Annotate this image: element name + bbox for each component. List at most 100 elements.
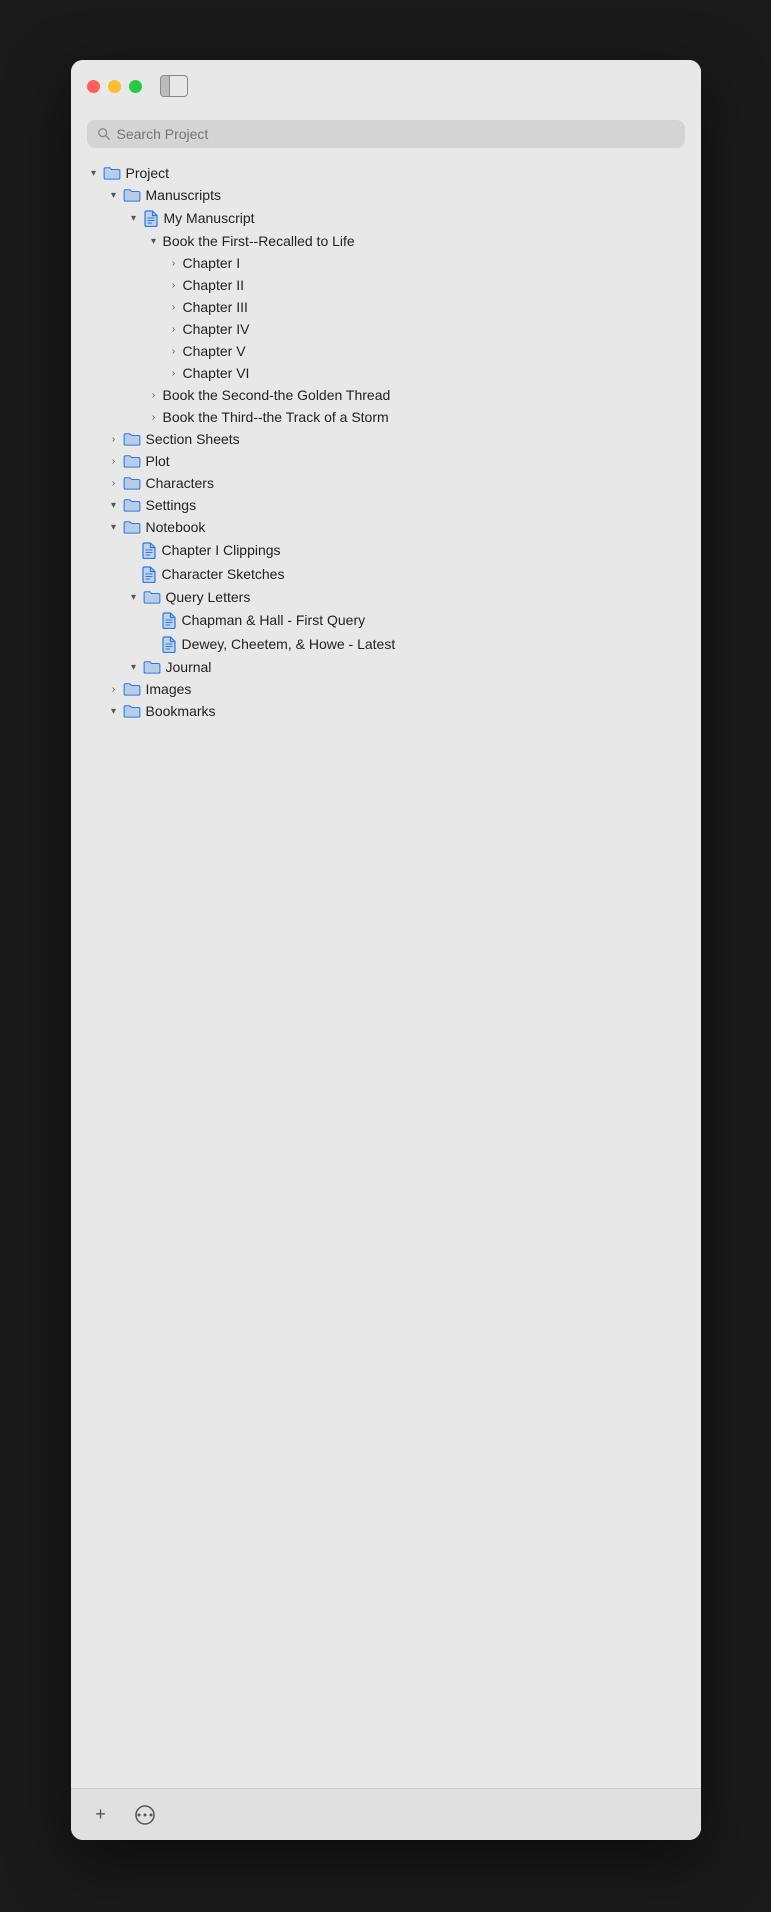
item-label: Chapter I Clippings (162, 542, 281, 558)
tree-item-chapter-vi[interactable]: ›Chapter VI (71, 362, 701, 384)
item-label: Manuscripts (146, 187, 221, 203)
item-label: Journal (166, 659, 212, 675)
add-button[interactable]: + (87, 1801, 115, 1829)
chevron-down-icon: ▾ (107, 188, 121, 202)
tree-item-chapter-iii[interactable]: ›Chapter III (71, 296, 701, 318)
tree-item-chapter-i[interactable]: ›Chapter I (71, 252, 701, 274)
chevron-right-icon: › (107, 454, 121, 468)
doc-icon (143, 209, 159, 227)
tree-item-chapter-i-clippings[interactable]: Chapter I Clippings (71, 538, 701, 562)
tree-item-notebook[interactable]: ▾ Notebook (71, 516, 701, 538)
chevron-down-icon: ▾ (147, 234, 161, 248)
chevron-down-icon: ▾ (127, 660, 141, 674)
item-label: Book the Second-the Golden Thread (163, 387, 391, 403)
chevron-right-icon: › (107, 476, 121, 490)
chevron-right-icon: › (167, 300, 181, 314)
chevron-right-icon: › (167, 322, 181, 336)
item-label: Chapter II (183, 277, 244, 293)
folder-icon (123, 188, 141, 202)
doc-icon (161, 635, 177, 653)
folder-icon (123, 498, 141, 512)
tree-item-section-sheets[interactable]: › Section Sheets (71, 428, 701, 450)
item-label: Chapter V (183, 343, 246, 359)
chevron-placeholder (147, 637, 161, 651)
chevron-placeholder (127, 567, 141, 581)
doc-icon (141, 541, 157, 559)
doc-icon (161, 611, 177, 629)
close-button[interactable] (87, 80, 100, 93)
minimize-button[interactable] (108, 80, 121, 93)
tree-item-character-sketches[interactable]: Character Sketches (71, 562, 701, 586)
tree-item-chapter-ii[interactable]: ›Chapter II (71, 274, 701, 296)
item-label: Bookmarks (146, 703, 216, 719)
tree-item-book-third[interactable]: ›Book the Third--the Track of a Storm (71, 406, 701, 428)
doc-icon (141, 565, 157, 583)
item-label: Images (146, 681, 192, 697)
titlebar (71, 60, 701, 112)
folder-icon (123, 682, 141, 696)
tree-item-book-first[interactable]: ▾Book the First--Recalled to Life (71, 230, 701, 252)
folder-icon (123, 454, 141, 468)
item-label: Characters (146, 475, 214, 491)
tree-item-bookmarks[interactable]: ▾ Bookmarks (71, 700, 701, 722)
item-label: Chapter IV (183, 321, 250, 337)
tree-item-dewey[interactable]: Dewey, Cheetem, & Howe - Latest (71, 632, 701, 656)
item-label: Chapter VI (183, 365, 250, 381)
item-label: Plot (146, 453, 170, 469)
chevron-placeholder (127, 543, 141, 557)
tree-item-chapter-iv[interactable]: ›Chapter IV (71, 318, 701, 340)
item-label: Character Sketches (162, 566, 285, 582)
item-label: Notebook (146, 519, 206, 535)
folder-icon (123, 476, 141, 490)
folder-icon (123, 432, 141, 446)
tree-item-chapter-v[interactable]: ›Chapter V (71, 340, 701, 362)
chevron-right-icon: › (167, 366, 181, 380)
folder-icon (123, 704, 141, 718)
tree-item-query-letters[interactable]: ▾ Query Letters (71, 586, 701, 608)
tree-item-chapman-hall[interactable]: Chapman & Hall - First Query (71, 608, 701, 632)
chevron-right-icon: › (147, 388, 161, 402)
search-bar (71, 112, 701, 158)
app-window: ▾ Project▾ Manuscripts▾ My Manuscript▾Bo… (71, 60, 701, 1840)
chevron-down-icon: ▾ (87, 166, 101, 180)
tree-item-characters[interactable]: › Characters (71, 472, 701, 494)
chevron-placeholder (147, 613, 161, 627)
item-label: Settings (146, 497, 197, 513)
chevron-down-icon: ▾ (127, 590, 141, 604)
tree-item-book-second[interactable]: ›Book the Second-the Golden Thread (71, 384, 701, 406)
tree-item-images[interactable]: › Images (71, 678, 701, 700)
folder-icon (103, 166, 121, 180)
sidebar-toggle-button[interactable] (160, 75, 188, 97)
more-icon (134, 1804, 156, 1826)
chevron-right-icon: › (167, 278, 181, 292)
chevron-down-icon: ▾ (127, 211, 141, 225)
search-wrapper (87, 120, 685, 148)
tree-item-journal[interactable]: ▾ Journal (71, 656, 701, 678)
search-input[interactable] (117, 126, 675, 142)
bottom-toolbar: + (71, 1788, 701, 1840)
item-label: Project (126, 165, 170, 181)
more-button[interactable] (131, 1801, 159, 1829)
tree-item-settings[interactable]: ▾ Settings (71, 494, 701, 516)
chevron-right-icon: › (167, 344, 181, 358)
chevron-right-icon: › (107, 432, 121, 446)
item-label: Chapter I (183, 255, 241, 271)
folder-icon (143, 590, 161, 604)
item-label: Query Letters (166, 589, 251, 605)
file-tree: ▾ Project▾ Manuscripts▾ My Manuscript▾Bo… (71, 158, 701, 1788)
item-label: Book the First--Recalled to Life (163, 233, 355, 249)
item-label: Section Sheets (146, 431, 240, 447)
maximize-button[interactable] (129, 80, 142, 93)
chevron-down-icon: ▾ (107, 704, 121, 718)
item-label: Chapter III (183, 299, 248, 315)
chevron-right-icon: › (147, 410, 161, 424)
chevron-down-icon: ▾ (107, 498, 121, 512)
tree-item-plot[interactable]: › Plot (71, 450, 701, 472)
tree-item-project[interactable]: ▾ Project (71, 162, 701, 184)
chevron-right-icon: › (167, 256, 181, 270)
tree-item-my-manuscript[interactable]: ▾ My Manuscript (71, 206, 701, 230)
item-label: Chapman & Hall - First Query (182, 612, 366, 628)
tree-item-manuscripts[interactable]: ▾ Manuscripts (71, 184, 701, 206)
chevron-down-icon: ▾ (107, 520, 121, 534)
item-label: Dewey, Cheetem, & Howe - Latest (182, 636, 396, 652)
